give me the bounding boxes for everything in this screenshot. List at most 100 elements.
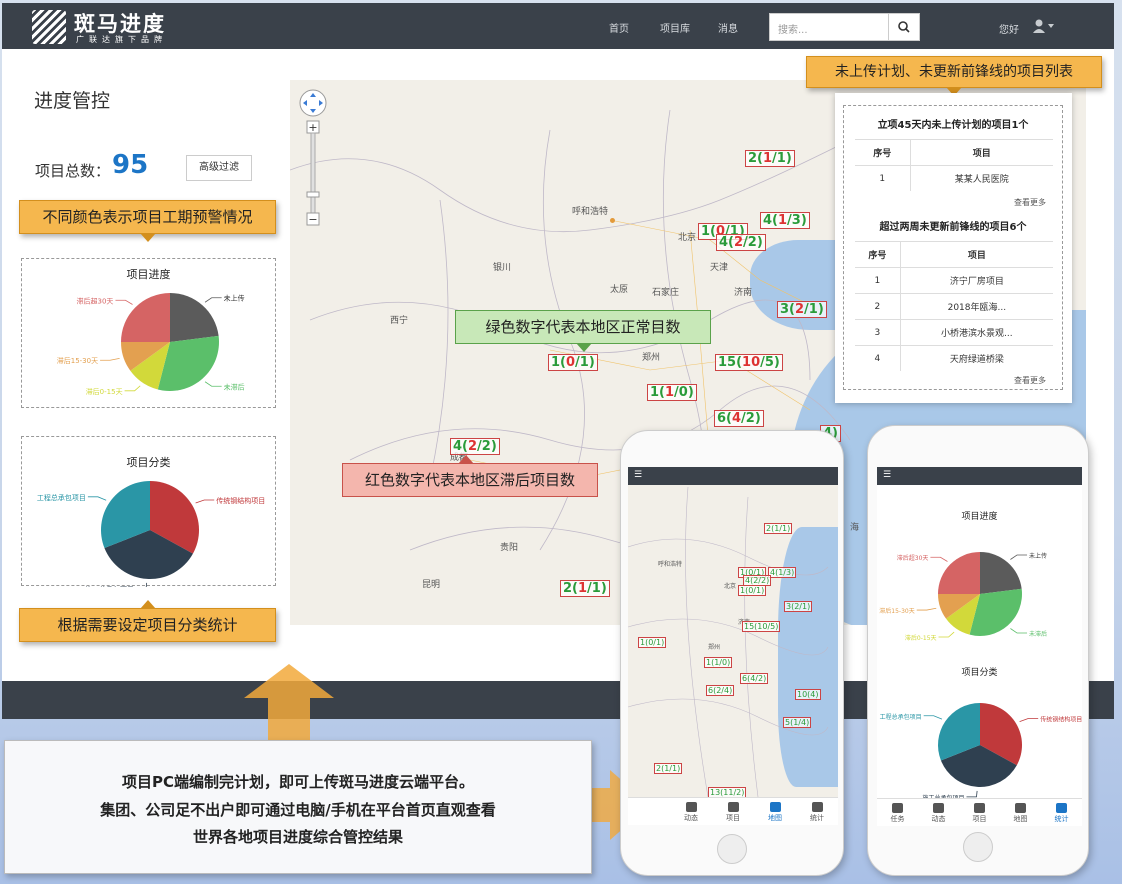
map-city-label: 西宁 [390,316,409,326]
phone-map-marker[interactable]: 5(1/4) [783,717,812,728]
tab-stats[interactable]: 统计 [796,798,838,823]
phone-map-marker[interactable]: 1(0/1) [738,585,767,596]
project-total-label: 项目总数： [35,162,111,180]
map-marker[interactable]: 4(2/2) [716,234,766,251]
map-city-label: 太原 [610,285,629,295]
tab-project[interactable]: 项目 [712,798,754,823]
phone-progress-pie-slice-label: 滞后0-15天 [905,634,937,642]
progress-pie-leader-line [100,357,120,361]
phone-category-pie-slice-label: 工程总承包项目 [880,713,922,721]
progress-pie-chart[interactable]: 未上传未滞后滞后0-15天 滞后15-30天 滞后超30天 [22,259,277,409]
phone-map-marker[interactable]: 2(1/1) [764,523,793,534]
phone-map-marker[interactable]: 2(1/1) [654,763,683,774]
phone-map-marker[interactable]: 10(4) [795,689,821,700]
phone-category-pie[interactable]: 传统钢结构项目施工总承包项目工程总承包项目 [877,675,1082,805]
progress-pie-slice-label: 滞后超30天 [77,296,114,305]
brand-logo[interactable]: 斑马进度 广联达旗下品牌 [32,8,192,46]
menu-icon[interactable]: ☰ [883,470,891,480]
map-city-label: 天津 [710,263,729,273]
nav-link-projects[interactable]: 项目库 [660,20,690,35]
view-more-link[interactable]: 查看更多 [844,197,1062,208]
project-total-value: 95 [112,150,149,180]
unupdated-project-panel: 立项45天内未上传计划的项目1个 序号 项目 1 某某人民医院 查看更多 超过两周未… [835,93,1072,403]
search-input[interactable]: 搜索... [769,13,889,41]
map-marker[interactable]: 1(0/1) [548,354,598,371]
phone-map-marker[interactable]: 6(4/2) [740,673,769,684]
phone-stats-view: ☰ 项目进度 未上传 未滞后 滞后0-15天 滞后15-30天 滞后超30天 项目分类 … [867,425,1089,876]
city-dot [610,218,615,223]
tab-task[interactable]: 任务 [877,799,918,824]
progress-pie-slice[interactable] [121,293,170,342]
zebra-logo-icon [32,10,66,44]
progress-pie-slice[interactable] [170,293,219,342]
phone-home-button[interactable] [963,832,993,862]
map-marker[interactable]: 2(1/1) [560,580,610,597]
phone-map-marker[interactable]: 15(10/5) [742,621,781,632]
phone-tabbar: 任务 动态 项目 地图 统计 [877,798,1082,826]
phone-progress-pie-leader-line [1010,554,1028,560]
phone-tabbar: 动态 项目 地图 统计 [628,797,838,825]
advanced-filter-button[interactable]: 高级过滤 [186,155,252,181]
search-button[interactable] [889,13,920,41]
progress-pie-slice-label: 未滞后 [224,382,245,391]
phone-progress-pie-leader-line [930,556,948,562]
map-marker[interactable]: 4(1/3) [760,212,810,229]
tab-map[interactable]: 地图 [754,798,796,823]
list-section2-title: 超过两周未更新前锋线的项目6个 [879,222,1027,233]
table-row[interactable]: 4 天府绿道桥梁 [855,345,1053,371]
user-greeting: 您好 [999,25,1019,36]
category-pie-leader-line [145,582,148,587]
phone-map-marker[interactable]: 6(2/4) [706,685,735,696]
red-number-note: 红色数字代表本地区滞后项目数 [342,455,598,497]
unupdated-project-list: 立项45天内未上传计划的项目1个 序号 项目 1 某某人民医院 查看更多 超过两周未… [843,105,1063,390]
zoom-slider-handle[interactable] [306,191,320,198]
progress-pie-leader-line [204,381,222,387]
category-pie-slice-label: 传统钢结构项目 [216,496,265,505]
category-pie-chart[interactable]: 传统钢结构项目施工总承包项目 工程总承包项目 [22,437,277,587]
progress-chart-box: 项目进度 未上传 未滞后 滞后0-15天 滞后15-30天 滞后超30天 [21,258,276,408]
map-marker[interactable]: 1(1/0) [647,384,697,401]
phone-map-marker[interactable]: 1(0/1) [638,637,667,648]
tab-dynamic[interactable]: 动态 [670,798,712,823]
logo-subtitle: 广联达旗下品牌 [76,35,167,44]
phone-progress-pie-slice-label: 未滞后 [1029,630,1047,638]
user-dropdown-icon[interactable] [1032,19,1056,33]
phone-map-marker[interactable]: 3(2/1) [784,601,813,612]
map-city-label: 呼和浩特 [572,207,609,217]
map-city-label: 石家庄 [652,288,680,298]
table-row[interactable]: 1 济宁厂房项目 [855,267,1053,294]
map-marker[interactable]: 2(1/1) [745,150,795,167]
phone-progress-pie-slice[interactable] [980,552,1022,594]
nav-link-messages[interactable]: 消息 [718,20,738,35]
map-marker[interactable]: 4(2/2) [450,438,500,455]
table-row[interactable]: 2 2018年瓯海... [855,293,1053,320]
tab-stats[interactable]: 统计 [1041,799,1082,824]
map-city-label: 海 [850,523,860,533]
phone-map-marker[interactable]: 4(1/3) [768,567,797,578]
map-city-label: 昆明 [422,580,441,590]
table-row[interactable]: 1 某某人民医院 [855,165,1053,191]
tab-dynamic[interactable]: 动态 [918,799,959,824]
phone-category-pie-leader-line [923,715,943,720]
map-icon [1015,803,1026,813]
map-city-label: 呼和浩特 [658,561,683,568]
category-pie-leader-line [195,499,215,504]
map-marker[interactable]: 15(10/5) [715,354,783,371]
tab-project[interactable]: 项目 [959,799,1000,824]
phone-progress-pie[interactable]: 未上传未滞后滞后0-15天 滞后15-30天 滞后超30天 [877,517,1082,667]
map-marker[interactable]: 6(4/2) [714,410,764,427]
top-navbar: 斑马进度 广联达旗下品牌 首页 项目库 消息 搜索... 您好 [2,3,1114,49]
map-marker[interactable]: 3(2/1) [777,301,827,318]
map-city-label: 郑州 [708,644,721,651]
phone-map-marker[interactable]: 1(1/0) [704,657,733,668]
phone-progress-pie-slice[interactable] [938,552,980,594]
pie-chart-icon [1056,803,1067,813]
map-city-label: 郑州 [642,353,661,363]
summary-line-2: 集团、公司足不出户即可通过电脑/手机在平台首页直观查看 [100,801,496,819]
tab-map[interactable]: 地图 [1000,799,1041,824]
table-row[interactable]: 3 小桥港滨水景观... [855,319,1053,346]
phone-home-button[interactable] [717,834,747,864]
view-more-link[interactable]: 查看更多 [844,375,1062,386]
progress-pie-leader-line [204,297,222,303]
nav-link-home[interactable]: 首页 [609,20,629,35]
